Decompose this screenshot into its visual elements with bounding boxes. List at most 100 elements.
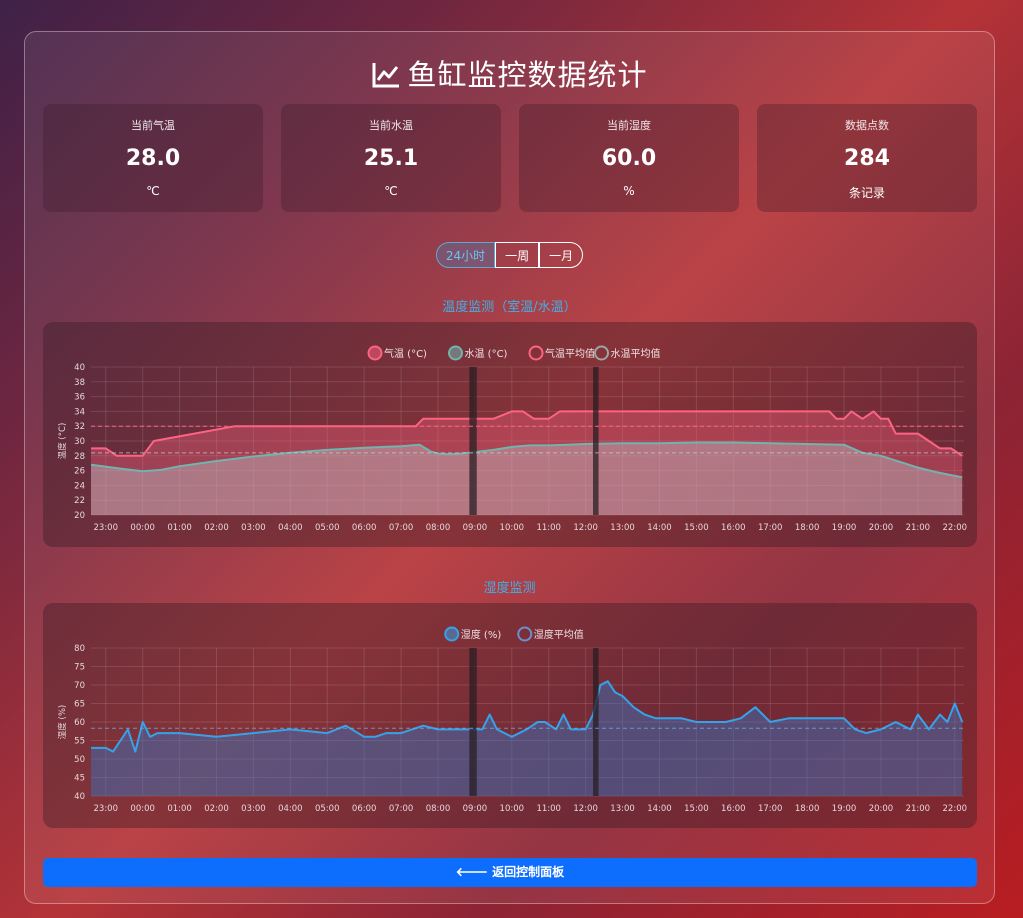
x-tick-label: 05:00 — [315, 804, 340, 814]
legend-label: 气温 (°C) — [384, 347, 427, 360]
y-tick-label: 20 — [74, 511, 85, 521]
y-tick-label: 38 — [74, 378, 85, 388]
x-tick-label: 22:00 — [943, 804, 968, 814]
page-title-text: 鱼缸监控数据统计 — [407, 58, 648, 92]
series-area — [91, 681, 963, 796]
y-tick-label: 26 — [74, 467, 85, 477]
y-tick-label: 34 — [74, 407, 85, 417]
chart-line-icon — [372, 63, 400, 88]
x-tick-label: 03:00 — [241, 523, 266, 533]
x-tick-label: 13:00 — [610, 804, 635, 814]
y-tick-label: 30 — [74, 437, 85, 447]
x-tick-label: 07:00 — [389, 523, 414, 533]
x-tick-label: 05:00 — [315, 523, 340, 533]
x-tick-label: 19:00 — [832, 804, 857, 814]
data-gap — [469, 367, 477, 515]
legend-label: 气温平均值 — [545, 347, 595, 360]
x-tick-label: 08:00 — [426, 804, 451, 814]
x-tick-label: 00:00 — [130, 804, 155, 814]
x-tick-label: 10:00 — [500, 804, 525, 814]
x-tick-label: 21:00 — [906, 523, 931, 533]
stat-unit: % — [623, 184, 635, 198]
legend-label: 湿度 (%) — [461, 628, 502, 641]
stat-label: 数据点数 — [845, 119, 889, 132]
y-axis-label: 温度 (°C) — [57, 423, 68, 460]
x-tick-label: 06:00 — [352, 804, 377, 814]
x-tick-label: 14:00 — [647, 804, 672, 814]
x-tick-label: 21:00 — [906, 804, 931, 814]
x-tick-label: 19:00 — [832, 523, 857, 533]
x-tick-label: 17:00 — [758, 523, 783, 533]
legend-marker — [448, 345, 463, 361]
legend-marker — [594, 345, 609, 361]
stat-label: 当前水温 — [369, 119, 413, 132]
stat-value: 25.1 — [363, 146, 419, 171]
range-month-button[interactable]: 一月 — [539, 242, 584, 268]
y-axis-label: 湿度 (%) — [57, 705, 68, 739]
legend-label: 水温 (°C) — [465, 348, 508, 360]
y-tick-label: 32 — [74, 422, 85, 432]
legend-marker — [517, 626, 533, 642]
back-button-label: 返回控制面板 — [492, 865, 565, 879]
y-tick-label: 75 — [74, 663, 85, 673]
stat-value: 284 — [844, 146, 890, 171]
y-tick-label: 24 — [74, 481, 85, 491]
y-tick-label: 65 — [74, 700, 85, 710]
time-range-selector: 24小时 一周 一月 — [25, 242, 994, 268]
x-tick-label: 03:00 — [241, 804, 266, 814]
stat-value: 60.0 — [601, 146, 657, 171]
x-tick-label: 00:00 — [130, 523, 155, 533]
x-tick-label: 04:00 — [278, 523, 303, 533]
x-tick-label: 09:00 — [463, 804, 488, 814]
y-tick-label: 60 — [74, 718, 85, 728]
x-tick-label: 15:00 — [684, 804, 709, 814]
back-to-dashboard-button[interactable]: 🡐 返回控制面板 — [43, 858, 977, 887]
y-tick-label: 40 — [74, 792, 85, 802]
x-tick-label: 11:00 — [536, 523, 561, 533]
x-tick-label: 20:00 — [869, 804, 894, 814]
x-tick-label: 01:00 — [167, 523, 192, 533]
stat-unit: 条记录 — [848, 186, 885, 200]
legend-marker — [444, 626, 460, 642]
range-24h-button[interactable]: 24小时 — [435, 242, 496, 268]
x-tick-label: 12:00 — [573, 523, 598, 533]
x-tick-label: 22:00 — [943, 523, 968, 533]
x-tick-label: 08:00 — [426, 523, 451, 533]
y-tick-label: 40 — [74, 363, 85, 373]
x-tick-label: 02:00 — [204, 804, 229, 814]
legend-marker — [367, 345, 383, 361]
page-title: 鱼缸监控数据统计 — [25, 52, 994, 94]
y-tick-label: 45 — [74, 774, 85, 784]
y-tick-label: 80 — [74, 644, 85, 654]
y-tick-label: 50 — [74, 755, 85, 765]
x-tick-label: 10:00 — [500, 523, 525, 533]
y-tick-label: 28 — [74, 452, 85, 462]
y-tick-label: 36 — [74, 393, 85, 403]
stat-label: 当前湿度 — [607, 119, 651, 132]
x-tick-label: 23:00 — [94, 804, 119, 814]
x-tick-label: 16:00 — [721, 804, 746, 814]
legend-label: 湿度平均值 — [534, 628, 584, 641]
stat-unit: ℃ — [384, 184, 398, 198]
humidity-chart: 40 45 50 55 60 65 70 75 80 23:00 00:00 01:00 02:00 03… — [57, 626, 968, 814]
data-gap — [469, 648, 477, 796]
x-tick-label: 02:00 — [204, 523, 229, 533]
stat-card-water-temp: 当前水温 25.1 ℃ — [281, 104, 501, 212]
x-tick-label: 06:00 — [352, 523, 377, 533]
legend-marker — [528, 345, 544, 361]
stats-panel: 鱼缸监控数据统计 当前气温 28.0 ℃ 当前水温 25.1 ℃ 当前湿度 60… — [24, 31, 995, 904]
y-tick-label: 70 — [74, 681, 85, 691]
x-tick-label: 17:00 — [758, 804, 783, 814]
x-tick-label: 09:00 — [463, 523, 488, 533]
x-tick-label: 18:00 — [795, 523, 820, 533]
hum-section-title: 湿度监测 — [483, 581, 536, 596]
range-week-button[interactable]: 一周 — [495, 242, 540, 268]
legend-label: 水温平均值 — [611, 347, 661, 360]
x-tick-label: 20:00 — [869, 523, 894, 533]
hum-chart-card: 40 45 50 55 60 65 70 75 80 23:00 00:00 01:00 02:00 03… — [43, 603, 977, 828]
temp-section-title: 温度监测（室温/水温） — [442, 300, 577, 315]
stat-label: 当前气温 — [131, 119, 175, 132]
x-tick-label: 15:00 — [684, 523, 709, 533]
stat-card-humidity: 当前湿度 60.0 % — [519, 104, 739, 212]
data-gap — [593, 367, 599, 515]
